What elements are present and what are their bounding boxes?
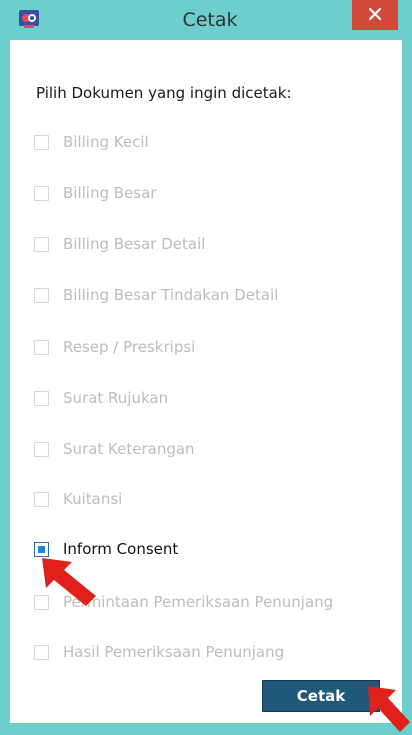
option-label: Billing Besar Tindakan Detail	[63, 286, 279, 304]
print-button[interactable]: Cetak	[262, 680, 380, 712]
option-billing-besar-tindakan-detail[interactable]: Billing Besar Tindakan Detail	[34, 283, 278, 307]
option-billing-kecil[interactable]: Billing Kecil	[34, 130, 149, 154]
option-kuitansi[interactable]: Kuitansi	[34, 487, 122, 511]
option-label: Surat Keterangan	[63, 440, 195, 458]
checkbox[interactable]	[34, 236, 49, 252]
window-title: Cetak	[182, 9, 238, 31]
dialog-body: Pilih Dokumen yang ingin dicetak: Billin…	[10, 40, 402, 723]
option-hasil-pemeriksaan-penunjang[interactable]: Hasil Pemeriksaan Penunjang	[34, 640, 284, 664]
option-resep-preskripsi[interactable]: Resep / Preskripsi	[34, 335, 195, 359]
checkbox[interactable]	[34, 287, 49, 303]
close-icon	[368, 6, 382, 25]
option-billing-besar-detail[interactable]: Billing Besar Detail	[34, 232, 205, 256]
option-label: Billing Besar Detail	[63, 235, 206, 253]
checkbox[interactable]	[34, 390, 49, 406]
print-dialog-window: Cetak Pilih Dokumen yang ingin dicetak: …	[0, 0, 412, 735]
option-surat-rujukan[interactable]: Surat Rujukan	[34, 386, 168, 410]
option-label: Hasil Pemeriksaan Penunjang	[63, 643, 285, 661]
app-logo-icon	[18, 8, 40, 30]
checkbox[interactable]	[34, 339, 49, 355]
prompt-label: Pilih Dokumen yang ingin dicetak:	[36, 84, 292, 102]
option-label: Permintaan Pemeriksaan Penunjang	[63, 593, 334, 611]
checkbox[interactable]	[34, 441, 49, 457]
checkbox[interactable]	[34, 134, 49, 150]
close-button[interactable]	[352, 0, 398, 30]
checkbox[interactable]	[34, 491, 49, 507]
annotation-arrow-icon	[42, 558, 96, 606]
option-label: Billing Kecil	[63, 133, 149, 151]
option-billing-besar[interactable]: Billing Besar	[34, 181, 156, 205]
option-surat-keterangan[interactable]: Surat Keterangan	[34, 437, 195, 461]
annotation-arrow-icon	[368, 686, 410, 732]
option-label: Resep / Preskripsi	[63, 338, 196, 356]
checkbox[interactable]	[34, 185, 49, 201]
title-bar[interactable]: Cetak	[0, 0, 412, 40]
option-label: Kuitansi	[63, 490, 123, 508]
checkbox[interactable]	[34, 644, 49, 660]
option-label: Surat Rujukan	[63, 389, 169, 407]
option-label: Billing Besar	[63, 184, 157, 202]
